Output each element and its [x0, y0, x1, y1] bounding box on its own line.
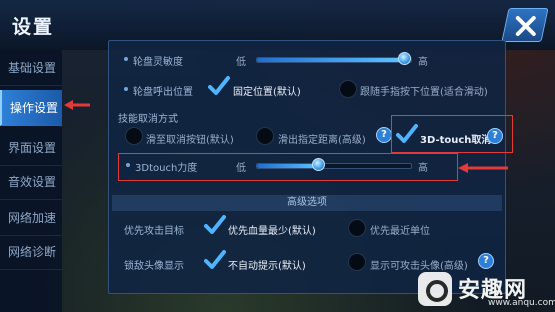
attack-target-lowest-hp[interactable]: 优先血量最少(默认): [228, 222, 316, 237]
joystick-sensitivity-high: 高: [418, 57, 428, 68]
skill-cancel-distance-option[interactable]: 滑出指定距离(高级): [278, 131, 366, 146]
page-title: 设置: [12, 16, 55, 38]
check-icon[interactable]: [208, 76, 230, 96]
skill-cancel-button-radio[interactable]: [125, 127, 143, 145]
lock-avatar-show-radio[interactable]: [348, 253, 366, 271]
joystick-position-label: 轮盘呼出位置: [124, 83, 193, 98]
help-icon[interactable]: ?: [487, 128, 503, 144]
joystick-sensitivity-low: 低: [236, 57, 246, 68]
help-icon[interactable]: ?: [376, 127, 392, 143]
watermark-url: www.anqu.com: [488, 298, 555, 308]
joystick-position-follow-radio[interactable]: [339, 80, 357, 98]
touch3d-low: 低: [236, 163, 246, 174]
skill-cancel-button-option[interactable]: 滑至取消按钮(默认): [146, 131, 234, 146]
lock-avatar-no-auto[interactable]: 不自动提示(默认): [228, 257, 306, 272]
help-icon[interactable]: ?: [478, 253, 494, 269]
check-icon[interactable]: [204, 250, 226, 270]
sidebar-item-controls[interactable]: 操作设置: [0, 90, 62, 126]
joystick-sensitivity-fill: [257, 58, 400, 62]
sidebar-item-basic[interactable]: 基础设置: [0, 50, 62, 86]
close-button[interactable]: [501, 8, 549, 42]
joystick-position-follow[interactable]: 跟随手指按下位置(适合滑动): [360, 83, 488, 98]
touch3d-strength-label: 3Dtouch力度: [125, 159, 197, 174]
joystick-position-fixed[interactable]: 固定位置(默认): [233, 83, 301, 98]
touch3d-strength-slider[interactable]: [256, 163, 412, 169]
touch3d-strength-fill: [257, 164, 319, 168]
joystick-sensitivity-knob[interactable]: [398, 52, 411, 65]
sidebar-item-network-boost[interactable]: 网络加速: [0, 200, 62, 236]
watermark: 安趣网 www.anqu.com: [418, 268, 555, 312]
skill-cancel-3dtouch-option[interactable]: 3D-touch取消: [420, 131, 491, 146]
joystick-sensitivity-slider[interactable]: [256, 57, 412, 63]
arrow-left-icon: [64, 100, 90, 110]
sidebar-item-network-diagnosis[interactable]: 网络诊断: [0, 234, 62, 270]
sidebar-item-sound[interactable]: 音效设置: [0, 164, 62, 200]
lock-avatar-label: 锁敌头像显示: [124, 261, 184, 272]
joystick-sensitivity-label: 轮盘灵敏度: [124, 53, 183, 68]
skill-cancel-distance-radio[interactable]: [256, 127, 274, 145]
settings-sidebar: 基础设置 操作设置 界面设置 音效设置 网络加速 网络诊断: [0, 50, 62, 312]
touch3d-strength-knob[interactable]: [312, 158, 325, 171]
attack-target-nearest[interactable]: 优先最近单位: [370, 222, 430, 237]
sidebar-item-interface[interactable]: 界面设置: [0, 130, 62, 166]
close-icon: [515, 16, 536, 36]
advanced-section-title: 高级选项: [112, 195, 502, 211]
anqu-logo-icon: [418, 272, 452, 306]
check-icon[interactable]: [204, 215, 226, 235]
skill-cancel-label: 技能取消方式: [118, 114, 178, 125]
attack-target-nearest-radio[interactable]: [348, 219, 366, 237]
arrow-left-icon: [458, 163, 508, 173]
check-icon[interactable]: [396, 124, 418, 144]
touch3d-high: 高: [418, 163, 428, 174]
attack-target-label: 优先攻击目标: [124, 226, 184, 237]
